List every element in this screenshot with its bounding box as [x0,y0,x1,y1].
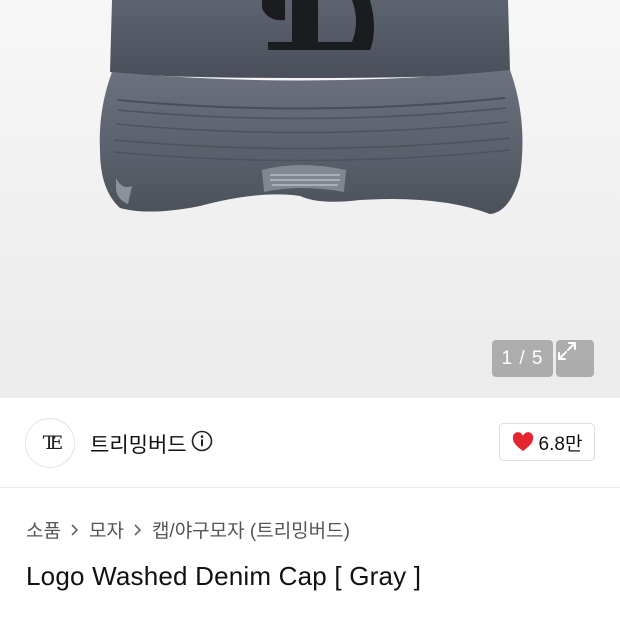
breadcrumb: 소품 모자 캡/야구모자 (트리밍버드) [26,516,350,543]
product-image-gallery[interactable]: 1 / 5 [0,0,620,398]
brand-logo[interactable]: TE [25,418,75,468]
product-title: Logo Washed Denim Cap [ Gray ] [26,561,422,591]
brand-name[interactable]: 트리밍버드 [90,429,187,459]
product-image [99,0,523,214]
image-pager: 1 / 5 [492,340,553,377]
brand-row: TE 트리밍버드 6.8만 [0,398,620,488]
like-count: 6.8만 [538,433,583,455]
expand-icon [558,342,576,360]
expand-button[interactable] [556,340,594,377]
chevron-right-icon [133,523,143,537]
breadcrumb-item-2[interactable]: 모자 [89,516,124,543]
heart-icon [512,432,533,452]
breadcrumb-item-1[interactable]: 소품 [26,516,61,543]
breadcrumb-item-3[interactable]: 캡/야구모자 (트리밍버드) [152,516,350,543]
like-button[interactable]: 6.8만 [499,423,595,461]
chevron-right-icon [70,523,80,537]
info-icon[interactable] [191,430,213,452]
